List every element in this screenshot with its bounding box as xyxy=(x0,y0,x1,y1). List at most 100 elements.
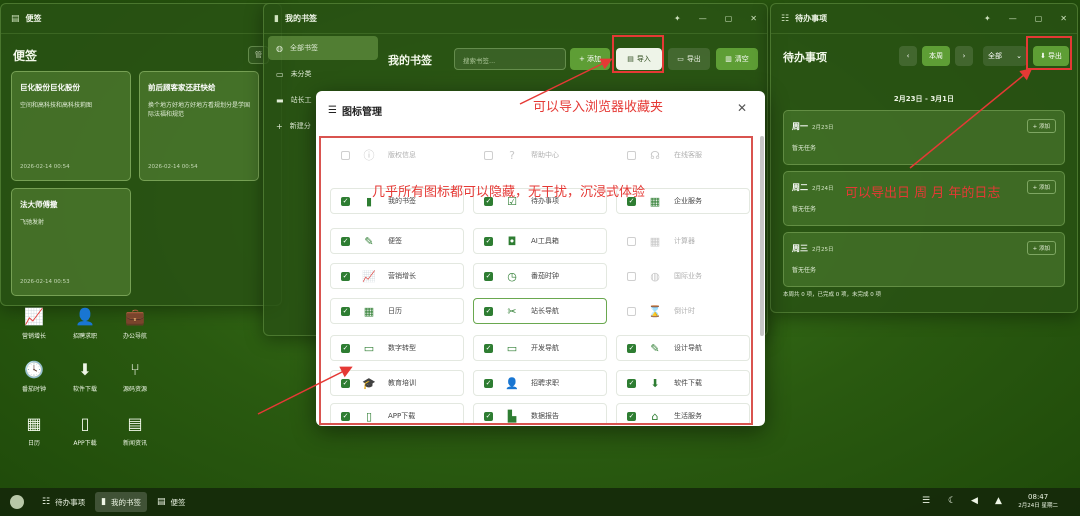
bell-icon[interactable]: ▲ xyxy=(995,496,1002,506)
icon-toggle-item[interactable]: ✓ 📈 营销增长 xyxy=(330,263,464,289)
prev-week-button[interactable]: ‹ xyxy=(899,46,917,66)
checkbox[interactable]: ✓ xyxy=(341,271,350,281)
desktop-icon-software[interactable]: ⬇ 软件下载 xyxy=(60,358,110,394)
avatar[interactable] xyxy=(10,495,24,509)
icon-toggle-item[interactable]: ✓ ◘ AI工具箱 xyxy=(473,228,607,254)
pin-icon[interactable]: ✦ xyxy=(984,14,991,23)
note-card[interactable]: 法大师傅撒 飞驰发射 2026-02-14 00:53 xyxy=(11,188,131,296)
icon-toggle-item[interactable]: ✓ ▦ 日历 xyxy=(330,298,464,324)
notes-titlebar[interactable]: ▤ 便签 xyxy=(1,4,281,34)
taskbar-item-bookmarks[interactable]: ▮ 我的书签 xyxy=(95,492,148,512)
icon-toggle-item[interactable]: ✓ ✎ 设计导航 xyxy=(616,335,750,361)
desktop-icon-news[interactable]: ▤ 新闻资讯 xyxy=(110,412,160,448)
maximize-icon[interactable]: ▢ xyxy=(1035,14,1043,23)
icon-toggle-item[interactable]: ✓ 🎓 教育培训 xyxy=(330,370,464,396)
desktop-icon-marketing[interactable]: 📈 营销增长 xyxy=(9,305,59,341)
checkbox[interactable] xyxy=(627,271,636,281)
sidebar-item-all[interactable]: ◍ 全部书签 xyxy=(268,36,378,60)
desktop-icon-pomodoro[interactable]: 🕓 番茄时钟 xyxy=(9,358,59,394)
add-task-button[interactable]: + 添加 xyxy=(1026,241,1056,255)
icon-toggle-item[interactable]: ⓘ 版权信息 xyxy=(330,142,464,168)
close-icon[interactable]: ✕ xyxy=(750,14,757,23)
checkbox[interactable]: ✓ xyxy=(341,236,350,246)
checkbox[interactable]: ✓ xyxy=(484,411,493,421)
note-card[interactable]: 巨化股份巨化股份 空间和高科技和高科技莉图 2026-02-14 00:54 xyxy=(11,71,131,181)
clear-button[interactable]: ▥ 清空 xyxy=(716,48,758,70)
checkbox[interactable] xyxy=(341,150,350,160)
icon-toggle-item[interactable]: ⌛ 倒计时 xyxy=(616,298,750,324)
download-icon: ⬇ xyxy=(650,376,660,390)
icon-toggle-item[interactable]: ▦ 计算器 xyxy=(616,228,750,254)
taskbar-item-label: 便签 xyxy=(170,497,186,507)
checkbox[interactable]: ✓ xyxy=(341,411,350,421)
icon-toggle-item[interactable]: ✓ ▙ 数据报告 xyxy=(473,403,607,423)
bookmarks-titlebar[interactable]: ▮ 我的书签 ✦ — ▢ ✕ xyxy=(264,4,767,34)
desktop-icon-app[interactable]: ▯ APP下载 xyxy=(60,412,110,448)
checkbox[interactable]: ✓ xyxy=(627,343,636,353)
checkbox[interactable]: ✓ xyxy=(484,271,493,281)
checkbox[interactable]: ✓ xyxy=(341,196,350,206)
add-bookmark-button[interactable]: + 添加 xyxy=(570,48,610,70)
scrollbar[interactable] xyxy=(760,136,764,336)
checkbox[interactable]: ✓ xyxy=(627,411,636,421)
moon-icon[interactable]: ☾ xyxy=(948,496,956,506)
filter-select[interactable]: 全部 ⌄ xyxy=(983,46,1027,66)
checkbox[interactable]: ✓ xyxy=(484,343,493,353)
clock[interactable]: 08:47 2月24日 星期二 xyxy=(1018,493,1058,509)
checkbox[interactable] xyxy=(627,150,636,160)
person-icon: 👤 xyxy=(505,376,519,390)
export-button[interactable]: ▭ 导出 xyxy=(668,48,710,70)
trash-icon: ▥ xyxy=(725,55,732,63)
desktop-icon-jobs[interactable]: 👤 招聘求职 xyxy=(60,305,110,341)
checkbox[interactable] xyxy=(484,150,493,160)
desktop-icon-office[interactable]: 💼 办公导航 xyxy=(110,305,160,341)
add-task-button[interactable]: + 添加 xyxy=(1026,180,1056,194)
this-week-button[interactable]: 本周 xyxy=(922,46,950,66)
close-icon[interactable]: ✕ xyxy=(1060,14,1067,23)
checkbox[interactable] xyxy=(627,236,636,246)
icon-toggle-item[interactable]: ◍ 国际业务 xyxy=(616,263,750,289)
icon-toggle-item[interactable]: ☊ 在线客服 xyxy=(616,142,750,168)
bookmark-search-input[interactable]: 搜索书签... xyxy=(454,48,566,70)
minimize-icon[interactable]: — xyxy=(1009,14,1017,23)
checkbox[interactable]: ✓ xyxy=(341,378,350,388)
note-card[interactable]: 前后顾客家还赶快给 换个地方好地方好地方看规划分是学国际法福和规范 2026-0… xyxy=(139,71,259,181)
desktop-icon-calendar[interactable]: ▦ 日历 xyxy=(9,412,59,448)
icon-manager-dialog: ☰ 图标管理 ✕ ⓘ 版权信息? 帮助中心 ☊ 在线客服 ✓ ▮ 我的书签 ✓ ☑ 待办事项 ✓ ▦ 企业… xyxy=(316,91,765,426)
desktop-icon-label: APP下载 xyxy=(73,440,97,447)
checkbox[interactable]: ✓ xyxy=(484,306,493,316)
icon-toggle-item[interactable]: ✓ ✎ 便签 xyxy=(330,228,464,254)
checkbox[interactable]: ✓ xyxy=(484,378,493,388)
icon-toggle-item[interactable]: ✓ ✂ 站长导航 xyxy=(473,298,607,324)
checkbox[interactable]: ✓ xyxy=(341,306,350,316)
checkbox[interactable]: ✓ xyxy=(484,236,493,246)
icon-toggle-item[interactable]: ✓ ⬇ 软件下载 xyxy=(616,370,750,396)
todo-titlebar[interactable]: ☷ 待办事项 ✦ — ▢ ✕ xyxy=(771,4,1077,34)
checkbox[interactable] xyxy=(627,306,636,316)
icon-toggle-item[interactable]: ✓ ▭ 数字转型 xyxy=(330,335,464,361)
maximize-icon[interactable]: ▢ xyxy=(725,14,733,23)
pin-icon[interactable]: ✦ xyxy=(674,14,681,23)
icon-toggle-item[interactable]: ✓ ⌂ 生活服务 xyxy=(616,403,750,423)
icon-toggle-item[interactable]: ✓ ▭ 开发导航 xyxy=(473,335,607,361)
minimize-icon[interactable]: — xyxy=(699,14,707,23)
icon-toggle-item[interactable]: ✓ 👤 招聘求职 xyxy=(473,370,607,396)
close-icon[interactable]: ✕ xyxy=(737,101,747,115)
note-icon: ▤ xyxy=(11,13,20,24)
checkbox[interactable]: ✓ xyxy=(341,343,350,353)
sidebar-item-uncategorized[interactable]: ▭ 未分类 xyxy=(268,62,378,86)
icon-toggle-item[interactable]: ✓ ▯ APP下载 xyxy=(330,403,464,423)
settings-sliders-icon[interactable]: ☰ xyxy=(922,496,930,506)
next-week-button[interactable]: › xyxy=(955,46,973,66)
download-icon: ⬇ xyxy=(78,359,92,379)
taskbar-item-todo[interactable]: ☷ 待办事项 xyxy=(36,492,91,512)
checkbox[interactable]: ✓ xyxy=(627,378,636,388)
icon-toggle-item[interactable]: ✓ ◷ 番茄时钟 xyxy=(473,263,607,289)
add-task-button[interactable]: + 添加 xyxy=(1026,119,1056,133)
desktop-icon-source[interactable]: ⑂ 源码资源 xyxy=(110,358,160,394)
icon-toggle-label: 开发导航 xyxy=(531,344,559,352)
volume-icon[interactable]: ◀ xyxy=(971,496,978,506)
taskbar-item-notes[interactable]: ▤ 便签 xyxy=(151,492,192,512)
desktop-icon-label: 番茄时钟 xyxy=(21,386,46,393)
icon-toggle-item[interactable]: ? 帮助中心 xyxy=(473,142,607,168)
